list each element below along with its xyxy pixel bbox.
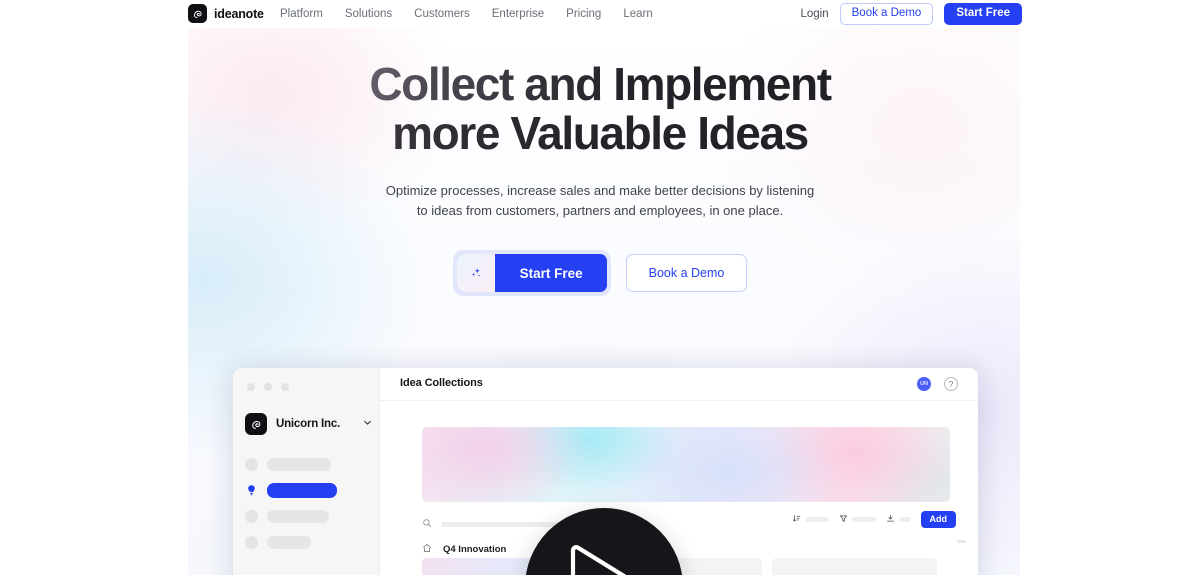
home-icon [422,540,432,558]
sidebar-item-ideas[interactable] [245,482,373,498]
mockup-panel-title: Idea Collections [400,377,483,389]
avatar[interactable]: UN [917,377,931,391]
org-name: Unicorn Inc. [276,418,341,430]
download-label-skeleton [898,516,911,522]
question-mark-icon[interactable]: ? [944,377,958,391]
collection-row[interactable]: Q4 Innovation [422,540,506,558]
filter-button[interactable] [839,510,876,528]
headline-line-1: Collect and Implement [0,60,1200,109]
window-controls [247,383,289,391]
sparkles-icon [456,254,495,292]
play-triangle-icon [565,544,643,575]
brand-name: ideanote [214,6,264,21]
hero-subtitle-line-2: to ideas from customers, partners and em… [416,202,784,218]
hero-subtitle: Optimize processes, increase sales and m… [0,181,1200,220]
download-button[interactable] [886,510,911,528]
hero-start-free-label: Start Free [519,265,583,281]
sidebar-item-ideas-label [267,482,337,498]
window-dot-maximize[interactable] [281,383,289,391]
filter-label-skeleton [851,516,876,522]
circle-icon [245,509,258,523]
nav-link-pricing[interactable]: Pricing [566,8,601,20]
nav-actions: Login Book a Demo Start Free [800,0,1022,28]
top-navbar: ideanote Platform Solutions Customers En… [0,0,1200,28]
hero-subtitle-line-1: Optimize processes, increase sales and m… [385,183,815,198]
nav-link-customers[interactable]: Customers [414,8,470,20]
headline-line-2: more Valuable Ideas [0,109,1200,158]
lightbulb-icon [245,484,258,497]
sort-label-skeleton [804,516,829,522]
window-dot-close[interactable] [247,383,255,391]
hero-book-demo-button[interactable]: Book a Demo [625,254,748,292]
add-button[interactable]: Add [920,510,956,528]
sidebar-item-3-label-skeleton [267,509,329,523]
org-switcher[interactable]: Unicorn Inc. [245,413,373,435]
nav-link-learn[interactable]: Learn [623,8,652,20]
circle-icon [245,457,258,471]
search-input-placeholder[interactable] [441,521,571,527]
idea-card[interactable] [772,558,937,575]
sidebar-item-3[interactable] [245,508,373,524]
book-demo-button[interactable]: Book a Demo [839,3,934,25]
nav-link-enterprise[interactable]: Enterprise [492,8,544,20]
collection-cover-banner [422,427,950,502]
filter-icon [839,510,848,528]
download-icon [886,510,895,528]
sort-button[interactable] [792,510,829,528]
sidebar-item-1-label-skeleton [267,457,331,471]
mockup-main-panel: Idea Collections UN ? Q4 Innovation Add [380,368,978,575]
mockup-nav-list [245,456,373,560]
sidebar-item-4[interactable] [245,534,373,550]
circle-icon [245,535,258,549]
chevron-down-icon [362,415,373,433]
scrollbar-thumb[interactable] [957,540,966,543]
ideanote-spiral-icon [245,413,267,435]
hero-section: Collect and Implement more Valuable Idea… [0,60,1200,296]
mockup-sidebar: Unicorn Inc. [233,368,380,575]
search-icon [422,515,432,533]
page-title: Collect and Implement more Valuable Idea… [0,60,1200,158]
landing-page: ideanote Platform Solutions Customers En… [0,0,1200,575]
hero-cta-row: Start Free Book a Demo [0,250,1200,296]
sidebar-item-1[interactable] [245,456,373,472]
hero-start-free-button[interactable]: Start Free [456,254,607,292]
brand-logo[interactable]: ideanote [188,4,264,23]
sort-icon [792,510,801,528]
collection-label: Q4 Innovation [443,543,507,555]
start-free-button[interactable]: Start Free [944,3,1022,25]
login-link[interactable]: Login [800,8,828,20]
sidebar-item-4-label-skeleton [267,535,311,549]
nav-link-platform[interactable]: Platform [280,8,323,20]
ideanote-spiral-icon [188,4,207,23]
start-free-cta-halo: Start Free [452,250,611,296]
mockup-toolbar: Add [792,510,956,528]
nav-links: Platform Solutions Customers Enterprise … [280,0,653,28]
nav-link-solutions[interactable]: Solutions [345,8,392,20]
window-dot-minimize[interactable] [264,383,272,391]
